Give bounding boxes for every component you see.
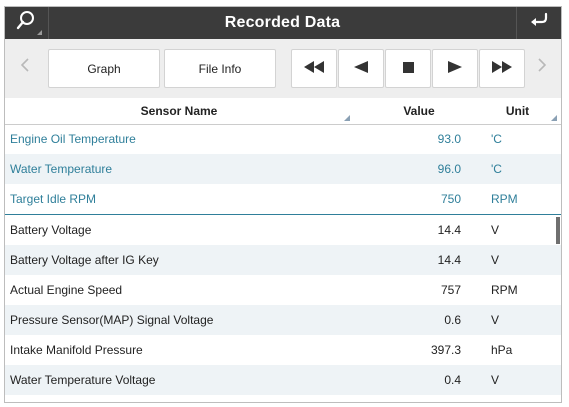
sensor-name-header-label: Sensor Name bbox=[140, 104, 218, 118]
step-back-button[interactable] bbox=[338, 49, 384, 88]
table-row[interactable]: Actual Engine Speed 757 RPM bbox=[4, 275, 561, 305]
table-header: Sensor Name Value Unit bbox=[4, 98, 561, 125]
corner-indicator bbox=[37, 30, 42, 35]
scrollbar-thumb[interactable] bbox=[556, 217, 560, 244]
value-cell: 0.6 bbox=[444, 313, 461, 327]
sensor-name-cell: Actual Engine Speed bbox=[10, 283, 123, 297]
sensor-name-header[interactable]: Sensor Name bbox=[4, 98, 354, 124]
sensor-name-cell: Battery Voltage after IG Key bbox=[10, 253, 159, 267]
value-cell: 0.4 bbox=[444, 373, 461, 387]
graph-button[interactable]: Graph bbox=[48, 49, 160, 88]
chevron-left-icon bbox=[20, 56, 30, 79]
unit-cell: 'C bbox=[491, 162, 502, 176]
unit-cell: V bbox=[491, 313, 500, 327]
search-icon bbox=[15, 9, 37, 36]
table-row[interactable]: Battery Voltage 14.4 V bbox=[4, 215, 561, 245]
value-cell: 96.0 bbox=[437, 162, 461, 176]
unit-cell: RPM bbox=[491, 192, 518, 206]
value-cell: 93.0 bbox=[437, 132, 461, 146]
play-button[interactable] bbox=[432, 49, 478, 88]
chevron-right-icon bbox=[537, 56, 547, 79]
fast-forward-icon bbox=[492, 61, 512, 76]
sort-indicator-icon bbox=[551, 115, 557, 121]
unit-cell: V bbox=[491, 253, 500, 267]
table-row[interactable]: Water Temperature 96.0 'C bbox=[4, 154, 561, 184]
stop-icon bbox=[402, 61, 414, 76]
value-header[interactable]: Value bbox=[364, 98, 474, 124]
sort-indicator-icon bbox=[344, 115, 350, 121]
unit-cell: 'C bbox=[491, 132, 502, 146]
title-bar: Recorded Data bbox=[4, 6, 561, 39]
unit-cell: hPa bbox=[491, 343, 513, 357]
table-row[interactable]: Engine Oil Temperature 93.0 'C bbox=[4, 124, 561, 154]
table-row[interactable]: Pressure Sensor(MAP) Signal Voltage 0.6 … bbox=[4, 305, 561, 335]
sensor-name-cell: Water Temperature Voltage bbox=[10, 373, 156, 387]
file-info-button[interactable]: File Info bbox=[164, 49, 276, 88]
value-cell: 14.4 bbox=[437, 223, 461, 237]
prev-page-button[interactable] bbox=[14, 49, 36, 86]
sensor-name-cell: Intake Manifold Pressure bbox=[10, 343, 143, 357]
table-row[interactable]: Water Temperature Voltage 0.4 V bbox=[4, 365, 561, 395]
sensor-table: Engine Oil Temperature 93.0 'C Water Tem… bbox=[4, 124, 561, 395]
value-cell: 757 bbox=[440, 283, 461, 297]
sensor-name-cell: Target Idle RPM bbox=[10, 192, 97, 206]
next-page-button[interactable] bbox=[531, 49, 553, 86]
table-row[interactable]: Intake Manifold Pressure 397.3 hPa bbox=[4, 335, 561, 365]
back-icon bbox=[529, 11, 549, 34]
app-window: Recorded Data Graph File Info Sensor Nam… bbox=[0, 0, 569, 407]
sensor-name-cell: Pressure Sensor(MAP) Signal Voltage bbox=[10, 313, 214, 327]
table-row[interactable]: Target Idle RPM 750 RPM bbox=[4, 184, 561, 215]
unit-cell: RPM bbox=[491, 283, 518, 297]
rewind-icon bbox=[304, 61, 324, 76]
unit-header[interactable]: Unit bbox=[474, 98, 561, 124]
fast-forward-button[interactable] bbox=[479, 49, 525, 88]
unit-cell: V bbox=[491, 223, 500, 237]
back-button[interactable] bbox=[516, 6, 561, 39]
value-header-label: Value bbox=[403, 104, 435, 118]
step-back-icon bbox=[354, 61, 368, 76]
value-cell: 14.4 bbox=[437, 253, 461, 267]
page-title: Recorded Data bbox=[224, 13, 341, 31]
unit-cell: V bbox=[491, 373, 500, 387]
search-button[interactable] bbox=[4, 6, 49, 39]
sensor-name-cell: Water Temperature bbox=[10, 162, 113, 176]
play-icon bbox=[448, 61, 462, 76]
sensor-name-cell: Engine Oil Temperature bbox=[10, 132, 136, 146]
value-cell: 397.3 bbox=[430, 343, 461, 357]
table-row[interactable]: Battery Voltage after IG Key 14.4 V bbox=[4, 245, 561, 275]
stop-button[interactable] bbox=[385, 49, 431, 88]
toolbar: Graph File Info bbox=[4, 39, 561, 99]
value-cell: 750 bbox=[440, 192, 461, 206]
rewind-button[interactable] bbox=[291, 49, 337, 88]
unit-header-label: Unit bbox=[505, 104, 530, 118]
sensor-name-cell: Battery Voltage bbox=[10, 223, 92, 237]
